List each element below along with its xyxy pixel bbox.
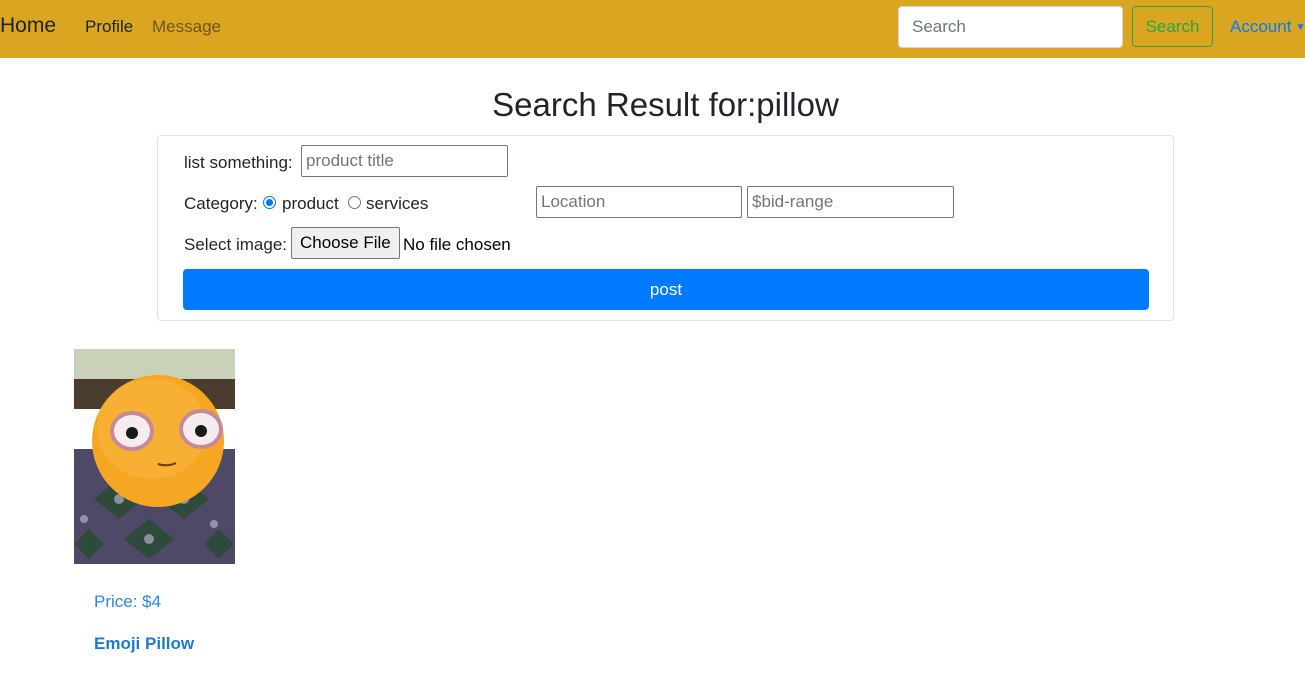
category-services-radio[interactable] [348, 196, 361, 209]
file-status-text: No file chosen [403, 235, 511, 254]
bid-range-input[interactable] [747, 186, 954, 218]
account-dropdown[interactable]: Account ▼ [1230, 17, 1305, 37]
post-button[interactable]: post [183, 269, 1149, 310]
product-title-input[interactable] [301, 145, 508, 177]
category-services-label: services [366, 194, 429, 213]
nav-home-link[interactable]: Home [0, 14, 56, 38]
nav-message-link[interactable]: Message [152, 17, 221, 37]
product-name-link[interactable]: Emoji Pillow [94, 634, 194, 654]
top-navbar: Home Profile Message Search Account▼ [0, 0, 1305, 58]
listing-form: list something: Category: product servic… [157, 135, 1174, 321]
product-image[interactable] [74, 349, 235, 564]
category-product-radio[interactable] [263, 196, 276, 209]
emoji-pillow-photo-icon [74, 349, 235, 564]
category-product-label: product [282, 194, 339, 213]
choose-file-button[interactable]: Choose File [291, 227, 400, 259]
page-title: Search Result for:pillow [492, 86, 839, 123]
nav-profile-link[interactable]: Profile [85, 17, 133, 37]
category-label: Category: [184, 194, 258, 213]
search-button[interactable]: Search [1132, 6, 1213, 47]
location-input[interactable] [536, 186, 742, 218]
search-input[interactable] [898, 6, 1123, 48]
product-price: Price: $4 [94, 592, 162, 611]
account-label: Account [1230, 17, 1292, 36]
chevron-down-icon: ▼ [1295, 22, 1305, 34]
select-image-label: Select image: [184, 235, 287, 254]
list-something-label: list something: [184, 153, 293, 172]
